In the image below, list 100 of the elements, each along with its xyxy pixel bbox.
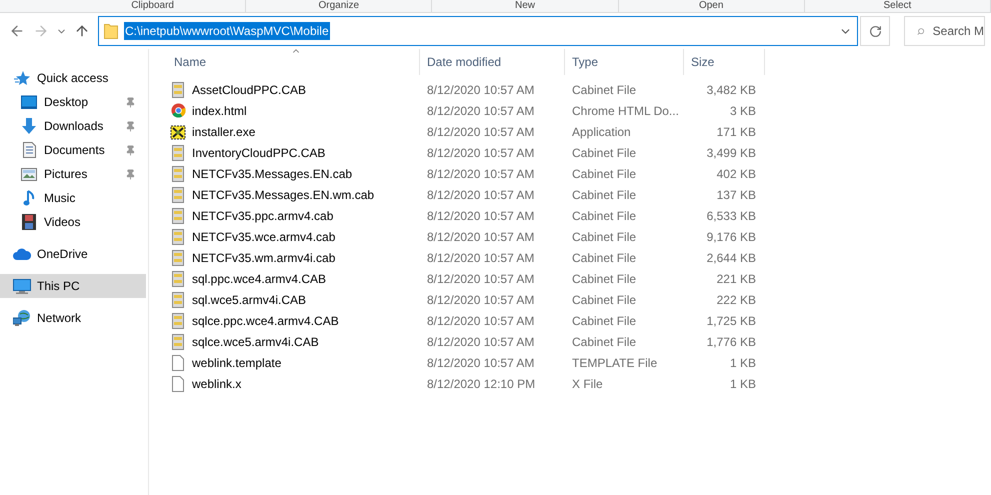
size-cell-text: 2,644 KB — [706, 250, 757, 266]
file-row[interactable]: index.html 8/12/2020 10:57 AM Chrome HTML Do... 3 KB — [167, 100, 765, 121]
cabinet-file-icon — [172, 186, 184, 202]
nav-item[interactable]: Downloads — [0, 114, 146, 138]
nav-item[interactable]: OneDrive — [0, 242, 146, 266]
file-row[interactable]: weblink.template 8/12/2020 10:57 AM TEMPLATE File 1 KB — [167, 352, 765, 373]
cloud-icon — [13, 248, 31, 260]
date-cell-text: 8/12/2020 10:57 AM — [426, 354, 536, 372]
type-cell-text: Cabinet File — [571, 312, 638, 330]
date-cell-text: 8/12/2020 10:57 AM — [426, 228, 536, 246]
file-name: sql.ppc.wce4.armv4.CAB — [192, 270, 326, 288]
file-row[interactable]: InventoryCloudPPC.CAB 8/12/2020 10:57 AM Cabinet File 3,499 KB — [167, 142, 765, 163]
file-row[interactable]: sql.ppc.wce4.armv4.CAB 8/12/2020 10:57 AM Cabinet File 221 KB — [167, 268, 765, 289]
nav-label: Videos — [44, 214, 82, 231]
nav-item[interactable]: Documents — [0, 138, 146, 162]
date-cell-text: 8/12/2020 10:57 AM — [426, 124, 536, 140]
size-cell-text: 1 KB — [728, 354, 757, 372]
size-cell-text: 6,533 KB — [706, 208, 757, 224]
ribbon-group-label: Select — [804, 0, 991, 12]
date-cell-text: 8/12/2020 10:57 AM — [426, 186, 536, 204]
date-cell-text: 8/12/2020 12:10 PM — [426, 376, 536, 392]
type-cell-text: X File — [571, 376, 604, 392]
file-row[interactable]: NETCFv35.ppc.armv4.cab 8/12/2020 10:57 AM Cabinet File 6,533 KB — [167, 205, 765, 226]
nav-label: Desktop — [44, 94, 90, 111]
file-name: InventoryCloudPPC.CAB — [192, 144, 326, 162]
column-header[interactable]: Size — [684, 49, 765, 75]
nav-label: Network — [37, 310, 82, 327]
file-name: AssetCloudPPC.CAB — [192, 82, 306, 98]
browser-icon — [170, 103, 186, 118]
refresh-icon — [868, 24, 882, 38]
file-name: NETCFv35.Messages.EN.cab — [192, 166, 352, 182]
folder-icon — [104, 23, 118, 39]
back-icon[interactable] — [9, 23, 25, 39]
file-name: sqlce.wce5.armv4i.CAB — [192, 334, 319, 350]
nav-label: Music — [44, 190, 76, 207]
cabinet-file-icon — [172, 82, 184, 98]
size-cell-text: 137 KB — [716, 186, 757, 204]
download-icon — [21, 118, 37, 134]
type-cell-text: Application — [571, 124, 632, 140]
file-row[interactable]: installer.exe 8/12/2020 10:57 AM Application 171 KB — [167, 121, 765, 142]
nav-label: This PC — [37, 278, 81, 295]
nav-item[interactable]: Videos — [0, 210, 146, 234]
type-cell-text: Cabinet File — [571, 228, 638, 246]
document-icon — [22, 142, 36, 158]
column-header[interactable]: Type — [565, 49, 684, 75]
file-name: weblink.template — [192, 354, 282, 372]
file-name: NETCFv35.ppc.armv4.cab — [192, 208, 334, 224]
date-cell-text: 8/12/2020 10:57 AM — [426, 334, 536, 350]
picture-icon — [21, 168, 37, 180]
address-bar[interactable]: C:\inetpub\wwwroot\WaspMVC\Mobile — [98, 16, 858, 46]
nav-item[interactable]: Quick access — [0, 66, 146, 90]
cabinet-file-icon — [172, 208, 184, 224]
size-cell-text: 3 KB — [728, 102, 757, 120]
file-name: index.html — [192, 102, 247, 120]
cabinet-file-icon — [172, 312, 184, 328]
cabinet-file-icon — [172, 292, 184, 308]
blank-file-icon — [172, 376, 184, 392]
date-cell-text: 8/12/2020 10:57 AM — [426, 270, 536, 288]
cabinet-file-icon — [172, 144, 184, 160]
file-row[interactable]: NETCFv35.wce.armv4.cab 8/12/2020 10:57 AM Cabinet File 9,176 KB — [167, 226, 765, 247]
star-icon — [14, 70, 30, 86]
type-cell-text: Cabinet File — [571, 292, 638, 308]
cabinet-file-icon — [172, 228, 184, 244]
file-row[interactable]: NETCFv35.Messages.EN.wm.cab 8/12/2020 10:57 AM Cabinet File 137 KB — [167, 184, 765, 205]
size-cell-text: 222 KB — [716, 292, 757, 308]
file-row[interactable]: sqlce.wce5.armv4i.CAB 8/12/2020 10:57 AM Cabinet File 1,776 KB — [167, 331, 765, 352]
up-icon[interactable] — [74, 23, 90, 39]
type-cell-text: Cabinet File — [571, 186, 638, 204]
address-path: C:\inetpub\wwwroot\WaspMVC\Mobile — [124, 22, 330, 40]
file-row[interactable]: sql.wce5.armv4i.CAB 8/12/2020 10:57 AM Cabinet File 222 KB — [167, 289, 765, 310]
date-cell-text: 8/12/2020 10:57 AM — [426, 82, 536, 98]
size-cell-text: 171 KB — [716, 124, 757, 140]
file-row[interactable]: AssetCloudPPC.CAB 8/12/2020 10:57 AM Cabinet File 3,482 KB — [167, 79, 765, 100]
size-cell-text: 3,482 KB — [706, 82, 757, 98]
column-header[interactable]: Date modified — [420, 49, 565, 75]
column-header[interactable]: Name — [167, 49, 420, 75]
file-row[interactable]: NETCFv35.Messages.EN.cab 8/12/2020 10:57 AM Cabinet File 402 KB — [167, 163, 765, 184]
refresh-button[interactable] — [860, 16, 890, 46]
date-cell-text: 8/12/2020 10:57 AM — [426, 102, 536, 120]
type-cell-text: Cabinet File — [571, 208, 638, 224]
file-row[interactable]: sqlce.ppc.wce4.armv4.CAB 8/12/2020 10:57 AM Cabinet File 1,725 KB — [167, 310, 765, 331]
nav-item[interactable]: This PC — [0, 274, 146, 298]
size-cell-text: 1,725 KB — [706, 312, 757, 330]
file-name: sqlce.ppc.wce4.armv4.CAB — [192, 312, 339, 330]
type-cell-text: Cabinet File — [571, 82, 638, 98]
nav-item[interactable]: Desktop — [0, 90, 146, 114]
network-globe-icon — [13, 310, 31, 326]
nav-item[interactable]: Pictures — [0, 162, 146, 186]
type-cell-text: TEMPLATE File — [571, 354, 658, 372]
search-field[interactable]: Search M — [904, 16, 985, 46]
nav-label: Documents — [44, 142, 106, 159]
size-cell-text: 9,176 KB — [706, 228, 757, 246]
nav-label: Downloads — [44, 118, 104, 135]
cabinet-file-icon — [172, 166, 184, 182]
file-name: NETCFv35.wce.armv4.cab — [192, 228, 336, 246]
nav-item[interactable]: Music — [0, 186, 146, 210]
type-cell-text: Cabinet File — [571, 250, 638, 266]
nav-item[interactable]: Network — [0, 306, 146, 330]
file-row[interactable]: NETCFv35.wm.armv4i.cab 8/12/2020 10:57 AM Cabinet File 2,644 KB — [167, 247, 765, 268]
file-row[interactable]: weblink.x 8/12/2020 12:10 PM X File 1 KB — [167, 373, 765, 394]
